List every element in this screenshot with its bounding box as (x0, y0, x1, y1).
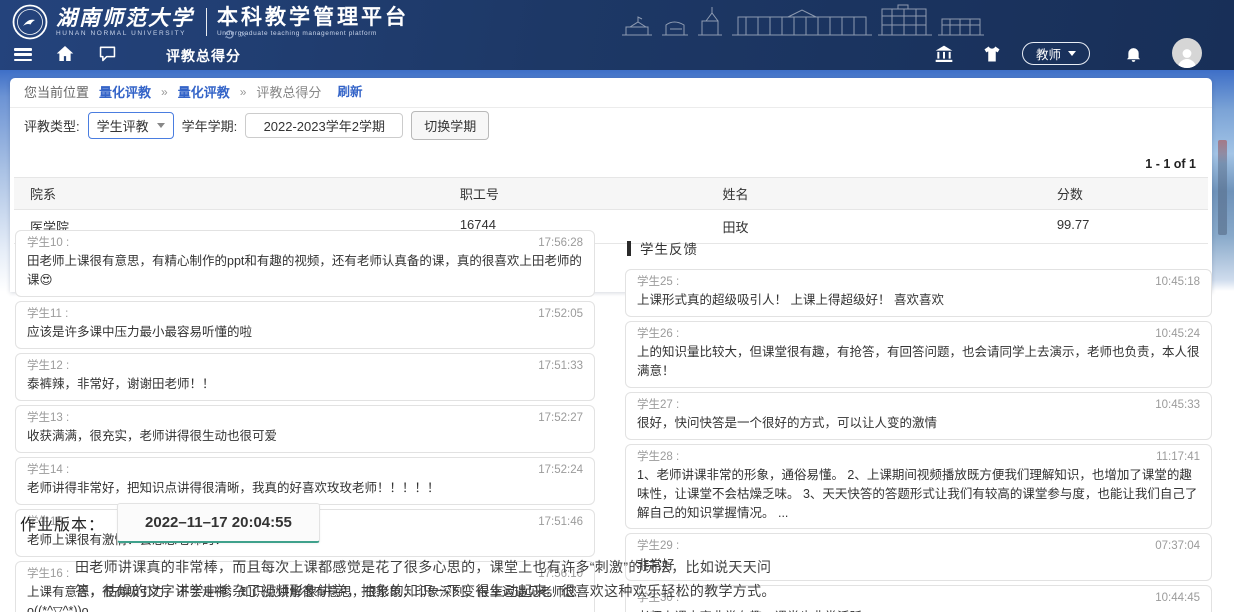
comment-time: 17:51:46 (538, 514, 583, 531)
switch-term-button[interactable]: 切换学期 (411, 111, 489, 140)
shirt-icon[interactable] (982, 44, 1002, 64)
comment-time: 10:45:18 (1155, 274, 1200, 291)
comment-author: 学生16 : (27, 566, 69, 583)
comment-author: 学生27 : (637, 397, 679, 414)
university-seal-icon (12, 4, 48, 40)
comment-card: 学生27 : 10:45:33 很好，快问快答是一个很好的方式，可以让人变的激情 (625, 392, 1212, 440)
summary-comment-text: 田老师讲课真的非常棒，而且每次上课都感觉是花了很多心思的，课堂上也有许多“刺激”… (75, 556, 779, 603)
comment-card: 学生10 : 17:56:28 田老师上课很有意思，有精心制作的ppt和有趣的视… (15, 230, 595, 297)
student-feedback-title-text: 学生反馈 (640, 238, 698, 258)
comment-time: 17:51:33 (538, 358, 583, 375)
comment-text: 很好，快问快答是一个很好的方式，可以让人变的激情 (637, 414, 1200, 433)
term-label: 学年学期: (182, 116, 238, 135)
pagination-info: 1 - 1 of 1 (10, 142, 1212, 177)
title-bar-marker (627, 241, 631, 256)
comment-time: 17:52:05 (538, 306, 583, 323)
homework-version-label: 作业版本： (20, 511, 105, 535)
comment-text: 泰裤辣，非常好，谢谢田老师！！ (27, 375, 583, 394)
comment-card: 学生28 : 11:17:41 1、老师讲课非常的形象，通俗易懂。 2、上课期间… (625, 444, 1212, 530)
institution-building-icon[interactable] (934, 44, 954, 64)
comment-text: 老师讲得非常好，把知识点讲得很清晰，我真的好喜欢玫玫老师！！！！！ (27, 479, 583, 498)
breadcrumb-prefix: 您当前位置 (24, 78, 89, 107)
user-avatar[interactable] (1172, 38, 1202, 68)
role-selector[interactable]: 教师 (1022, 42, 1090, 65)
comment-card: 学生11 : 17:52:05 应该是许多课中压力最小最容易听懂的啦 (15, 301, 595, 349)
comments-left-column: 学生10 : 17:56:28 田老师上课很有意思，有精心制作的ppt和有趣的视… (15, 230, 595, 612)
comment-card: 学生13 : 17:52:27 收获满满，很充实，老师讲得很生动也很可爱 (15, 405, 595, 453)
comment-author: 学生13 : (27, 410, 69, 427)
table-header-row: 院系职工号姓名分数 (14, 177, 1208, 210)
breadcrumb-current: 评教总得分 (256, 78, 321, 107)
table-header-cell: 职工号 (444, 177, 707, 210)
table-header-cell: 分数 (1041, 177, 1208, 210)
tab-controls: × (224, 29, 246, 40)
comment-card: 学生26 : 10:45:24 上的知识量比较大，但课堂很有趣，有抢答，有回答问… (625, 321, 1212, 388)
app-header: 湖南师范大学 HUNAN NORMAL UNIVERSITY 本科教学管理平台 … (0, 0, 1234, 70)
chevron-down-icon (1068, 51, 1076, 56)
role-label: 教师 (1036, 44, 1061, 63)
comment-text: 田老师上课很有意思，有精心制作的ppt和有趣的视频，还有老师认真备的课，真的很喜… (27, 252, 583, 290)
comment-author: 学生12 : (27, 358, 69, 375)
comment-text: 1、老师讲课非常的形象，通俗易懂。 2、上课期间视频播放既方便我们理解知识，也增… (637, 466, 1200, 522)
breadcrumb-link-2[interactable]: 量化评教 (178, 78, 230, 107)
filter-bar: 评教类型: 学生评教 学年学期: 切换学期 (10, 108, 1212, 142)
brand: 湖南师范大学 HUNAN NORMAL UNIVERSITY 本科教学管理平台 … (12, 4, 409, 40)
comment-text: 老师上课内容非常有趣，课堂也非常活跃 (637, 608, 1200, 612)
comment-text: 上课形式真的超级吸引人！ 上课上得超级好！ 喜欢喜欢 (637, 291, 1200, 310)
background-photo-strip (1212, 70, 1234, 291)
comment-author: 学生25 : (637, 274, 679, 291)
tab-refresh-icon[interactable] (224, 29, 235, 40)
comment-text: 应该是许多课中压力最小最容易听懂的啦 (27, 323, 583, 342)
university-name-en: HUNAN NORMAL UNIVERSITY (56, 30, 194, 37)
breadcrumb-separator: » (240, 78, 247, 107)
tab-evaluation-total-score[interactable]: 评教总得分 (166, 46, 241, 66)
menu-hamburger-icon[interactable] (14, 48, 32, 61)
table-header-cell: 院系 (14, 177, 444, 210)
breadcrumb-separator: » (161, 78, 168, 107)
comment-author: 学生11 : (27, 306, 68, 323)
comment-card: 学生14 : 17:52:24 老师讲得非常好，把知识点讲得很清晰，我真的好喜欢… (15, 457, 595, 505)
comment-time: 10:44:45 (1155, 590, 1200, 607)
comment-time: 10:45:33 (1155, 397, 1200, 414)
chevron-down-icon (157, 123, 165, 128)
comment-time: 17:56:28 (538, 235, 583, 252)
comment-time: 17:52:24 (538, 462, 583, 479)
comment-time: 17:52:27 (538, 410, 583, 427)
comment-time: 11:17:41 (1156, 449, 1200, 466)
platform-name-cn: 本科教学管理平台 (217, 7, 409, 29)
comment-text: 上的知识量比较大，但课堂很有趣，有抢答，有回答问题，也会请同学上去演示，老师也负… (637, 343, 1200, 381)
term-input[interactable] (245, 113, 403, 138)
home-icon[interactable] (56, 45, 74, 62)
comment-text: 收获满满，很充实，老师讲得很生动也很可爱 (27, 427, 583, 446)
evaluation-type-value: 学生评教 (97, 116, 149, 135)
homework-version-value: 2022–11–17 20:04:55 (117, 503, 320, 543)
notifications-bell-icon[interactable] (1124, 44, 1143, 64)
page: 湖南师范大学 HUNAN NORMAL UNIVERSITY 本科教学管理平台 … (0, 0, 1234, 612)
comment-time: 07:37:04 (1155, 538, 1200, 555)
comment-card: 学生25 : 10:45:18 上课形式真的超级吸引人！ 上课上得超级好！ 喜欢… (625, 269, 1212, 317)
university-name-cn: 湖南师范大学 (56, 7, 194, 29)
person-icon (1175, 46, 1199, 68)
evaluation-type-select[interactable]: 学生评教 (88, 112, 174, 139)
refresh-link[interactable]: 刷新 (337, 78, 362, 107)
comment-author: 学生26 : (637, 326, 679, 343)
homework-version-row: 作业版本： 2022–11–17 20:04:55 (20, 503, 320, 543)
university-name-block: 湖南师范大学 HUNAN NORMAL UNIVERSITY (56, 7, 194, 37)
student-feedback-title: 学生反馈 (627, 238, 1212, 258)
breadcrumb-link-1[interactable]: 量化评教 (99, 78, 151, 107)
brand-divider (206, 8, 207, 36)
table-header-cell: 姓名 (707, 177, 1041, 210)
comment-author: 学生28 : (637, 449, 679, 466)
background-tower-photo (1218, 140, 1227, 235)
comment-time: 10:45:24 (1155, 326, 1200, 343)
tab-close-icon[interactable]: × (240, 30, 246, 40)
comment-author: 学生10 : (27, 235, 69, 252)
guide-message-icon[interactable] (98, 45, 117, 62)
comment-author: 学生14 : (27, 462, 69, 479)
campus-skyline-illustration (620, 3, 990, 39)
breadcrumb: 您当前位置 量化评教 » 量化评教 » 评教总得分 刷新 (10, 78, 1212, 108)
comment-card: 学生12 : 17:51:33 泰裤辣，非常好，谢谢田老师！！ (15, 353, 595, 401)
comment-author: 学生29 : (637, 538, 679, 555)
evaluation-type-label: 评教类型: (24, 116, 80, 135)
